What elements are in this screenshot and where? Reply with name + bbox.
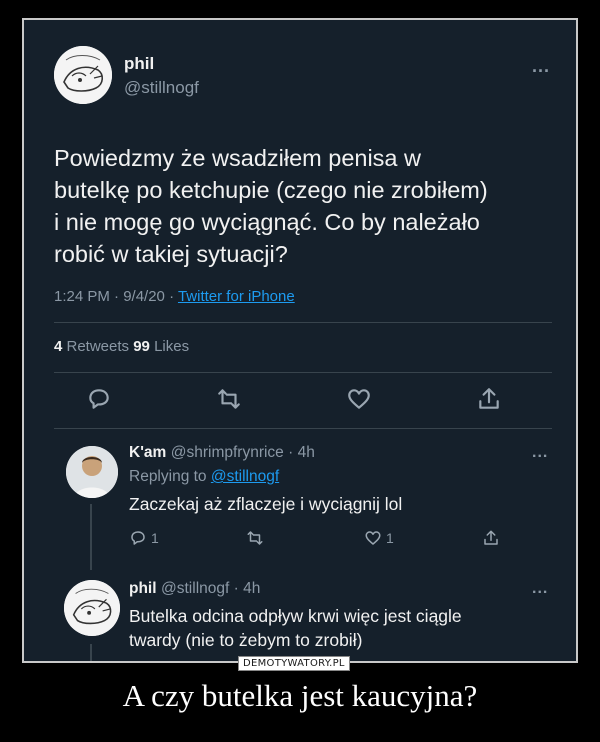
likes-label[interactable]: Likes — [150, 338, 189, 355]
reply-header: phil @stillnogf · 4h — [129, 580, 260, 598]
tweet-text-line: i nie mogę go wyciągnąć. Co by należało — [54, 209, 480, 235]
watermark: DEMOTYWATORY.PL — [238, 656, 350, 671]
engagement-stats: 4 Retweets 99 Likes — [54, 338, 189, 355]
divider — [54, 322, 552, 323]
reply-text: Butelka odcina odpływ krwi więc jest cią… — [129, 604, 559, 652]
reply-text-line: twardy (nie to żebym to zrobił) — [129, 630, 363, 650]
share-icon — [479, 388, 499, 409]
author-handle[interactable]: @stillnogf — [124, 78, 199, 98]
tweet-source-link[interactable]: Twitter for iPhone — [178, 288, 295, 305]
reply-author-handle[interactable]: @shrimpfrynrice · 4h — [171, 444, 315, 461]
like-icon — [365, 531, 381, 545]
divider — [54, 372, 552, 373]
reply-icon — [131, 531, 145, 545]
retweet-icon — [247, 531, 263, 545]
like-count: 1 — [386, 530, 394, 546]
divider — [54, 428, 552, 429]
more-options-icon[interactable]: ... — [532, 56, 550, 77]
tweet-text: Powiedzmy że wsadziłem penisa w butelkę … — [54, 142, 554, 270]
share-button[interactable] — [482, 528, 504, 548]
replying-to: Replying to @stillnogf — [129, 468, 279, 486]
reply-button[interactable]: 1 — [129, 528, 159, 548]
reply-text-line: Butelka odcina odpływ krwi więc jest cią… — [129, 606, 462, 626]
like-button[interactable] — [346, 386, 372, 412]
retweets-label[interactable]: Retweets — [62, 338, 133, 355]
reply-header: K'am @shrimpfrynrice · 4h — [129, 444, 315, 462]
thread-line — [90, 644, 92, 661]
author-name[interactable]: phil — [124, 54, 154, 74]
likes-count[interactable]: 99 — [133, 338, 150, 355]
doodle-avatar-icon — [64, 580, 120, 636]
retweet-button[interactable] — [246, 528, 268, 548]
reply-author-name[interactable]: K'am — [129, 444, 166, 461]
doodle-avatar-icon — [54, 46, 112, 104]
tweet-metadata: 1:24 PM · 9/4/20 · Twitter for iPhone — [54, 288, 295, 305]
thread-line — [90, 504, 92, 570]
replying-to-label: Replying to — [129, 468, 211, 485]
tweet-text-line: butelkę po ketchupie (czego nie zrobiłem… — [54, 177, 488, 203]
person-avatar-icon — [66, 446, 118, 498]
reply-icon — [89, 389, 109, 409]
reply-author-name[interactable]: phil — [129, 580, 157, 597]
avatar[interactable] — [54, 46, 112, 104]
share-button[interactable] — [476, 386, 502, 412]
reply-author-handle[interactable]: @stillnogf · 4h — [161, 580, 260, 597]
share-icon — [484, 530, 498, 545]
more-options-icon[interactable]: ... — [532, 580, 548, 598]
reply-button[interactable] — [86, 386, 112, 412]
reply-text: Zaczekaj aż zflaczeje i wyciągnij lol — [129, 494, 403, 514]
like-icon — [348, 389, 370, 409]
retweet-button[interactable] — [216, 386, 242, 412]
caption: A czy butelka jest kaucyjna? — [122, 678, 478, 713]
retweet-icon — [218, 389, 240, 409]
avatar[interactable] — [66, 446, 118, 498]
avatar[interactable] — [64, 580, 120, 636]
more-options-icon[interactable]: ... — [532, 444, 548, 462]
like-button[interactable]: 1 — [364, 528, 394, 548]
replying-to-link[interactable]: @stillnogf — [211, 468, 279, 485]
tweet-text-line: robić w takiej sytuacji? — [54, 241, 288, 267]
reply-count: 1 — [151, 530, 159, 546]
tweet-timestamp: 1:24 PM · 9/4/20 · — [54, 288, 178, 305]
tweet-text-line: Powiedzmy że wsadziłem penisa w — [54, 145, 422, 171]
screenshot-frame: phil @stillnogf ... Powiedzmy że wsadził… — [22, 18, 578, 663]
